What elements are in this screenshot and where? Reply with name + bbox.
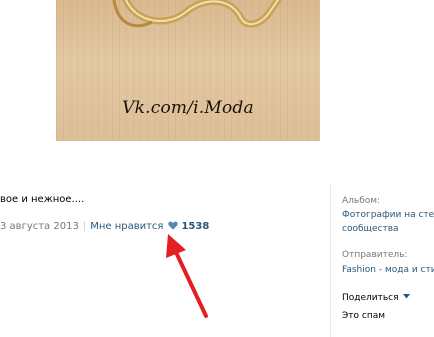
share-label[interactable]: Поделиться: [342, 293, 399, 303]
post-caption: вое и нежное....: [0, 194, 85, 205]
sidebar-divider: [330, 185, 331, 337]
post-photo[interactable]: Vk.com/i.Moda: [56, 0, 320, 141]
infinity-ring-image: [112, 0, 282, 28]
sender-link[interactable]: Fashion - мода и сти: [342, 265, 434, 275]
like-button[interactable]: Мне нравится: [90, 221, 163, 232]
album-link[interactable]: Фотографии на сте: [342, 210, 434, 220]
photo-watermark: Vk.com/i.Moda: [122, 98, 254, 118]
sender-label: Отправитель:: [342, 250, 408, 260]
meta-separator: |: [82, 221, 87, 232]
album-label: Альбом:: [342, 196, 381, 206]
share-button[interactable]: Поделиться: [342, 292, 410, 303]
red-arrow-annotation: [166, 234, 208, 318]
report-spam-link[interactable]: Это спам: [342, 311, 385, 321]
post-date: 3 августа 2013: [0, 221, 79, 232]
album-link-line2[interactable]: сообщества: [342, 224, 399, 234]
chevron-down-icon[interactable]: [402, 292, 410, 302]
